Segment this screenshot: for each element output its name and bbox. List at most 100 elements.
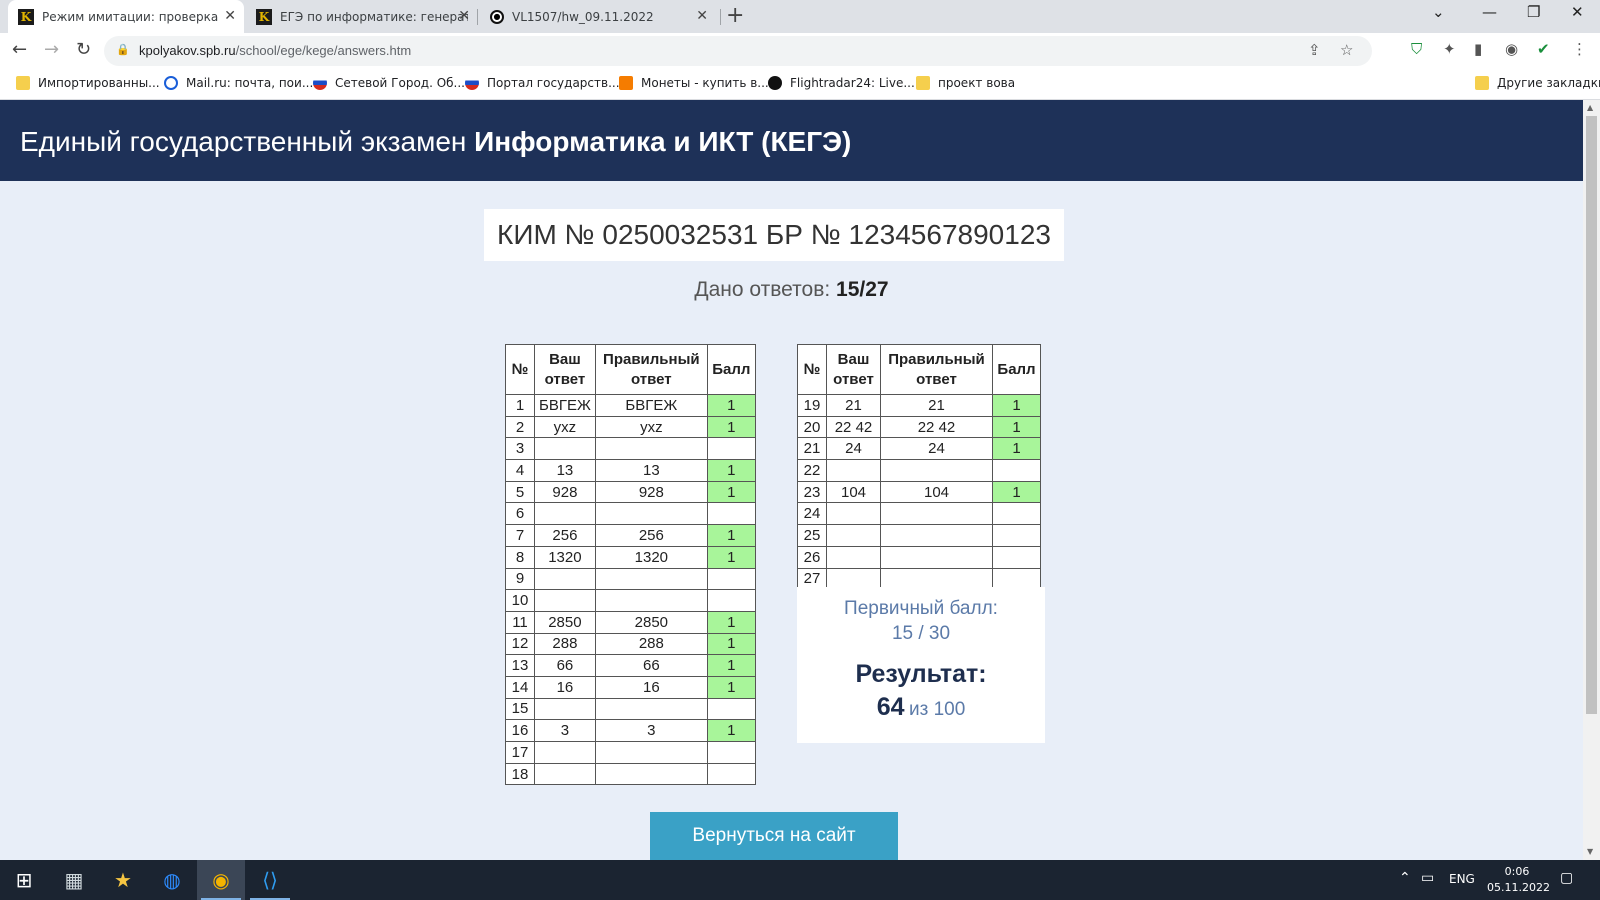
answer-row: 15 — [505, 697, 756, 721]
your-answer — [534, 567, 596, 591]
your-answer: БВГЕЖ — [534, 394, 596, 417]
extension-shield-icon[interactable]: ⛉ — [1411, 40, 1422, 58]
calculator-icon[interactable]: ▦ — [50, 860, 98, 900]
tab-generator[interactable]: K ЕГЭ по информатике: генератор ✕ — [246, 0, 478, 33]
address-bar[interactable]: 🔒 kpolyakov.spb.ru/school/ege/kege/answe… — [104, 36, 1372, 66]
correct-answer — [880, 502, 993, 526]
primary-score-value: 15 / 30 — [891, 623, 951, 644]
answer-score — [992, 524, 1041, 547]
correct-answer: 256 — [594, 524, 708, 547]
russia-flag-icon — [313, 76, 327, 90]
bookmark-flightradar[interactable]: Flightradar24: Live... — [768, 76, 915, 90]
back-to-site-button[interactable]: Вернуться на сайт — [650, 812, 898, 860]
restore-button[interactable]: ❐ — [1527, 3, 1540, 21]
answer-number: 25 — [797, 524, 827, 547]
result-of-max: из 100 — [908, 699, 966, 720]
windows-start-icon[interactable]: ⊞ — [0, 860, 48, 900]
answer-row: 3 — [505, 437, 756, 461]
puzzle-extensions-icon[interactable]: ✦ — [1443, 40, 1456, 58]
scroll-thumb[interactable] — [1586, 116, 1597, 714]
notifications-icon[interactable]: ▢ — [1560, 870, 1573, 886]
tab-answers[interactable]: K Режим имитации: проверка ответов ✕ — [8, 0, 244, 34]
adguard-icon[interactable]: ✔ — [1537, 40, 1550, 58]
correct-answer: yxz — [594, 415, 708, 439]
answer-number: 1 — [505, 394, 535, 417]
bookmark-imported[interactable]: Импортированны... — [16, 76, 160, 90]
tray-chevron-icon[interactable]: ⌃ — [1399, 870, 1411, 886]
minimize-button[interactable]: — — [1482, 3, 1497, 21]
close-tab-icon[interactable]: ✕ — [696, 8, 708, 24]
answer-number: 8 — [505, 545, 535, 569]
scroll-down-arrow-icon[interactable]: ▼ — [1587, 847, 1593, 856]
your-answer — [826, 524, 881, 547]
star-icon[interactable]: ☆ — [1340, 41, 1353, 59]
close-tab-icon[interactable]: ✕ — [224, 8, 236, 24]
your-answer — [826, 545, 881, 569]
your-answer: 22 42 — [826, 415, 881, 439]
banner-prefix: Единый государственный экзамен — [20, 126, 467, 157]
reload-icon[interactable]: ↻ — [76, 39, 91, 60]
close-window-button[interactable]: ✕ — [1571, 3, 1584, 21]
network-icon[interactable]: ▭ — [1421, 870, 1434, 886]
answer-row: 16 3 3 1 — [505, 719, 756, 742]
answer-score — [992, 545, 1041, 569]
game-icon[interactable]: ★ — [99, 860, 147, 900]
forward-arrow-icon[interactable]: → — [44, 39, 59, 60]
answer-score: 1 — [706, 415, 756, 439]
your-answer — [826, 459, 881, 482]
col-header-correct: Правильный ответ — [880, 344, 993, 395]
share-icon[interactable]: ⇪ — [1308, 41, 1321, 59]
answer-number: 4 — [505, 459, 535, 482]
tab-title: VL1507/hw_09.11.2022 — [512, 9, 654, 24]
scroll-up-arrow-icon[interactable]: ▲ — [1587, 103, 1593, 112]
correct-answer: 288 — [594, 632, 708, 656]
vscode-icon[interactable]: ⟨⟩ — [246, 860, 294, 900]
your-answer: 21 — [826, 394, 881, 417]
close-tab-icon[interactable]: ✕ — [458, 8, 470, 24]
your-answer: yxz — [534, 415, 596, 439]
k-favicon-icon: K — [18, 9, 34, 25]
result-line: 64 из 100 — [797, 693, 1045, 722]
tab-search-icon[interactable]: ⌄ — [1432, 3, 1445, 21]
your-answer: 3 — [534, 719, 596, 742]
profile-icon[interactable]: ◉ — [1505, 40, 1518, 58]
col-header-num: № — [505, 344, 535, 395]
other-bookmarks[interactable]: Другие закладки — [1475, 76, 1600, 90]
page-content: Единый государственный экзамен Информати… — [0, 100, 1583, 860]
page-scrollbar[interactable]: ▲ ▼ — [1583, 100, 1600, 860]
answer-score: 1 — [706, 480, 756, 504]
clock[interactable]: 0:06 05.11.2022 — [1487, 864, 1550, 896]
menu-dots-icon[interactable]: ⋮ — [1572, 40, 1587, 58]
bookmark-label: Сетевой Город. Об... — [335, 76, 465, 90]
new-tab-button[interactable]: + — [726, 3, 744, 28]
side-panel-icon[interactable]: ▮ — [1474, 40, 1482, 58]
answer-row: 26 — [797, 545, 1041, 569]
your-answer — [534, 697, 596, 721]
answer-row: 22 — [797, 459, 1041, 482]
bookmark-gosuslugi[interactable]: Портал государств... — [465, 76, 620, 90]
flightradar-icon — [768, 76, 782, 90]
kim-number: КИМ № 0250032531 БР № 1234567890123 — [484, 209, 1064, 261]
result-value: 64 — [876, 693, 905, 721]
bookmark-mailru[interactable]: Mail.ru: почта, пои... — [164, 76, 313, 90]
url-text[interactable]: kpolyakov.spb.ru/school/ege/kege/answers… — [139, 43, 411, 58]
browser-icon[interactable]: ◉ — [197, 860, 245, 900]
folder-icon — [16, 76, 30, 90]
correct-answer: 13 — [594, 459, 708, 482]
correct-answer: 928 — [594, 480, 708, 504]
correct-answer — [594, 437, 708, 461]
correct-answer — [594, 567, 708, 591]
answer-score: 1 — [706, 394, 756, 417]
bookmark-coins[interactable]: Монеты - купить в... — [619, 76, 769, 90]
banner-title: Единый государственный экзамен Информати… — [20, 126, 851, 158]
bookmark-setevoy-gorod[interactable]: Сетевой Город. Об... — [313, 76, 465, 90]
answer-row: 24 — [797, 502, 1041, 526]
bookmark-proekt-vova[interactable]: проект вова — [916, 76, 1015, 90]
folder-icon — [1475, 76, 1489, 90]
back-arrow-icon[interactable]: ← — [12, 39, 27, 60]
zoom-icon[interactable]: ◍ — [148, 860, 196, 900]
tab-github[interactable]: ● VL1507/hw_09.11.2022 ✕ — [480, 0, 716, 33]
language-indicator[interactable]: ENG — [1449, 872, 1475, 886]
answer-number: 13 — [505, 654, 535, 677]
answer-row: 2 yxz yxz 1 — [505, 415, 756, 439]
